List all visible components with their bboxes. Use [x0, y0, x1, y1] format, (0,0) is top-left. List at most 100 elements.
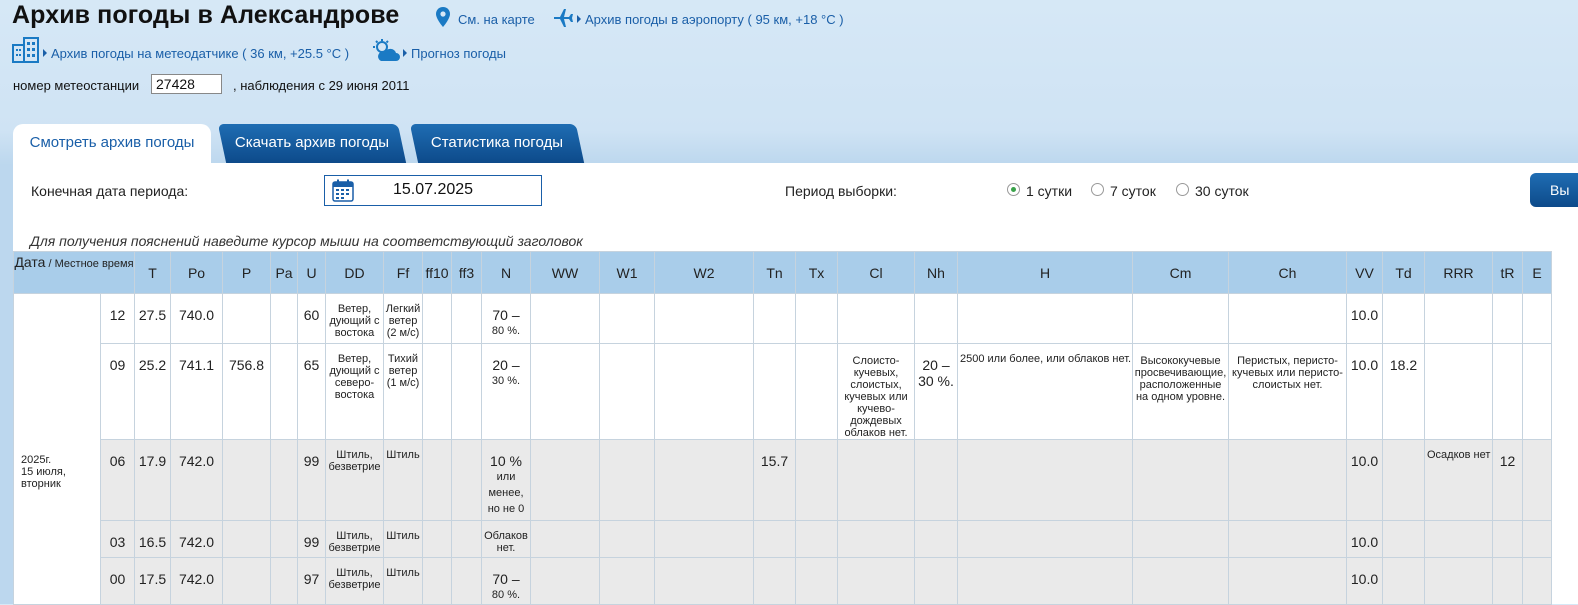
col-Ff[interactable]: Ff [383, 251, 423, 294]
col-Tn[interactable]: Tn [753, 251, 796, 294]
calendar-icon[interactable] [332, 179, 354, 202]
cell-tR [1492, 343, 1523, 440]
col-Ch[interactable]: Ch [1228, 251, 1347, 294]
cell-W1 [599, 293, 655, 344]
map-link[interactable]: См. на карте [458, 12, 535, 27]
cell-time: 00 [100, 557, 135, 605]
cell-DD: Ветер, дующий с северо-востока [325, 343, 384, 440]
radio-30-days[interactable] [1176, 183, 1189, 196]
tab-statistics[interactable]: Статистика погоды [409, 124, 585, 163]
col-VV[interactable]: VV [1346, 251, 1383, 294]
cell-N-sub: Облаков нет. [484, 530, 528, 554]
cell-Nh [914, 293, 958, 344]
airport-link[interactable]: Архив погоды в аэропорту ( 95 км, +18 °C… [577, 12, 844, 27]
col-DD[interactable]: DD [325, 251, 384, 294]
radio-7-days[interactable] [1091, 183, 1104, 196]
airplane-icon[interactable] [552, 8, 574, 28]
col-Cl[interactable]: Cl [837, 251, 915, 294]
end-date-label: Конечная дата периода: [31, 183, 189, 199]
cell-Cm [1132, 557, 1229, 605]
cell-Po: 742.0 [170, 520, 223, 558]
cell-Cm [1132, 520, 1229, 558]
cell-Ff: Легкий ветер (2 м/с) [383, 293, 423, 344]
col-E[interactable]: E [1522, 251, 1552, 294]
col-Nh[interactable]: Nh [914, 251, 958, 294]
col-H[interactable]: H [957, 251, 1133, 294]
cell-DD: Ветер, дующий с востока [325, 293, 384, 344]
col-Cm[interactable]: Cm [1132, 251, 1229, 294]
cell-ff10 [422, 293, 452, 344]
cell-ff3 [451, 520, 482, 558]
cell-RRR [1424, 293, 1493, 344]
cell-Cm [1132, 293, 1229, 344]
end-date-field[interactable]: 15.07.2025 [324, 175, 542, 206]
col-T[interactable]: T [134, 251, 171, 294]
col-WW[interactable]: WW [530, 251, 600, 294]
observations-since: , наблюдения с 29 июня 2011 [233, 78, 410, 93]
col-N[interactable]: N [481, 251, 531, 294]
col-W1[interactable]: W1 [599, 251, 655, 294]
cell-Nh [914, 439, 958, 521]
col-date[interactable]: Дата / Местное время [13, 251, 135, 294]
forecast-link[interactable]: Прогноз погоды [403, 46, 506, 61]
hint-text: Для получения пояснений наведите курсор … [30, 233, 583, 249]
col-ff3[interactable]: ff3 [451, 251, 482, 294]
radio-30-days-label[interactable]: 30 суток [1195, 183, 1249, 199]
table-row: 2025г. 15 июля, вторник 12 27.5 740.0 60… [13, 293, 1552, 605]
cell-T: 17.9 [134, 439, 171, 521]
cell-W1 [599, 439, 655, 521]
cell-P [222, 293, 271, 344]
cell-tR [1492, 293, 1523, 344]
cell-Ch: Перистых, перисто-кучевых или перисто-сл… [1228, 343, 1347, 440]
col-ff10[interactable]: ff10 [422, 251, 452, 294]
cell-P [222, 557, 271, 605]
cell-Ch [1228, 557, 1347, 605]
col-Tx[interactable]: Tx [795, 251, 838, 294]
cell-N-main: 20 – [492, 357, 520, 373]
cell-Ch [1228, 439, 1347, 521]
radio-7-days-label[interactable]: 7 суток [1110, 183, 1156, 199]
col-U[interactable]: U [297, 251, 326, 294]
cell-E [1522, 439, 1552, 521]
col-tR[interactable]: tR [1492, 251, 1523, 294]
cell-N-main: 10 % [490, 453, 522, 469]
cell-Ff: Штиль [383, 439, 423, 521]
station-number-input[interactable] [151, 74, 222, 94]
date-day: 15 июля, [21, 465, 66, 478]
cell-N: 70 – 80 %. [481, 557, 531, 605]
cell-tR: 12 [1492, 439, 1523, 521]
cell-Tn [753, 293, 796, 344]
col-Pa[interactable]: Pa [270, 251, 298, 294]
cell-Ff: Штиль [383, 520, 423, 558]
map-pin-icon[interactable] [436, 7, 450, 27]
sensor-link[interactable]: Архив погоды на метеодатчике ( 36 км, +2… [43, 46, 349, 61]
table-row: 03 16.5 742.0 99 Штиль, безветрие Штиль … [14, 520, 1552, 558]
cell-VV: 10.0 [1346, 343, 1383, 440]
tab-view-archive[interactable]: Смотреть архив погоды [13, 124, 211, 163]
cell-N-main: 70 – [492, 571, 520, 587]
radio-1-day[interactable] [1007, 183, 1020, 196]
cell-N-sub: 30 %. [491, 375, 521, 387]
cell-Td [1382, 439, 1425, 521]
col-P[interactable]: P [222, 251, 271, 294]
col-RRR[interactable]: RRR [1424, 251, 1493, 294]
col-date-sub: / Местное время [45, 258, 134, 270]
cell-T: 16.5 [134, 520, 171, 558]
show-button[interactable]: Вы [1530, 173, 1578, 207]
col-Po[interactable]: Po [170, 251, 223, 294]
cell-Ch [1228, 293, 1347, 344]
col-Td[interactable]: Td [1382, 251, 1425, 294]
cell-U: 99 [297, 520, 326, 558]
cell-ff10 [422, 439, 452, 521]
cell-Ff: Тихий ветер (1 м/с) [383, 343, 423, 440]
cell-Cl [837, 557, 915, 605]
cell-N-main: 70 – [492, 307, 520, 323]
cell-U: 60 [297, 293, 326, 344]
cell-time: 09 [100, 343, 135, 440]
cell-VV: 10.0 [1346, 439, 1383, 521]
tab-download-archive[interactable]: Скачать архив погоды [217, 124, 407, 163]
cell-N: 20 – 30 %. [481, 343, 531, 440]
col-W2[interactable]: W2 [654, 251, 754, 294]
cell-tR [1492, 520, 1523, 558]
radio-1-day-label[interactable]: 1 сутки [1026, 183, 1072, 199]
